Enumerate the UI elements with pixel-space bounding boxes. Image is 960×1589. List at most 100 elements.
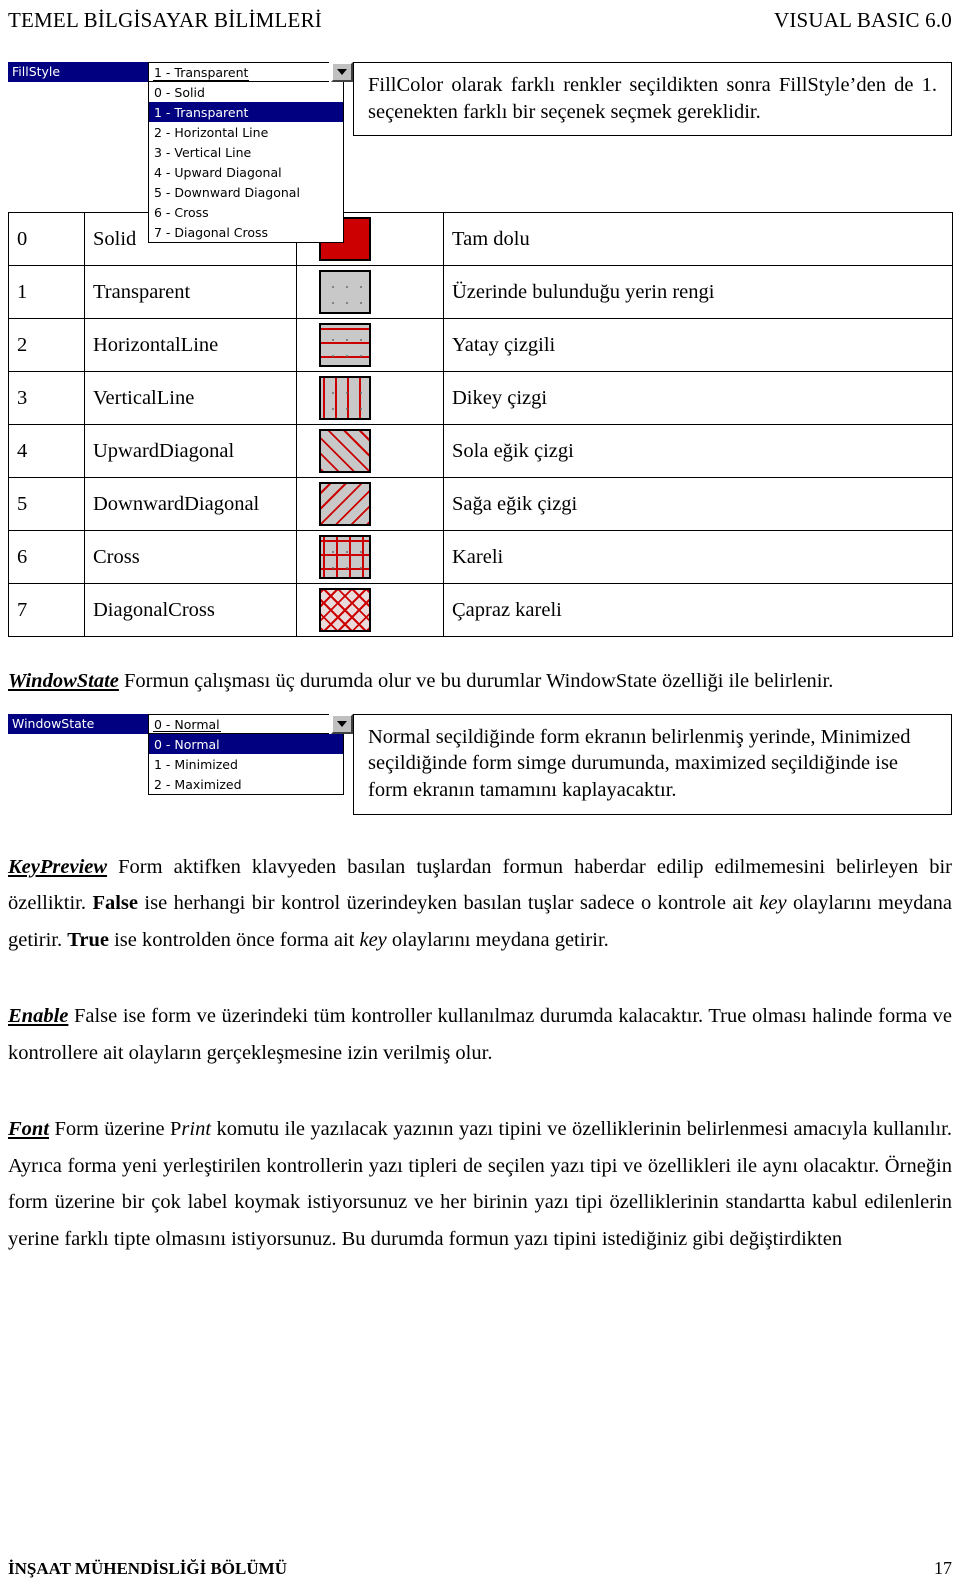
row-desc: Tam dolu — [443, 212, 953, 267]
keypreview-bold-false: False — [92, 892, 138, 915]
chevron-down-icon[interactable] — [331, 713, 353, 734]
row-index: 6 — [8, 530, 85, 585]
header-title-left: TEMEL BİLGİSAYAR BİLİMLERİ — [8, 8, 322, 32]
windowstate-paragraph: WindowState Formun çalışması üç durumda … — [8, 663, 952, 699]
windowstate-option[interactable]: 1 - Minimized — [149, 754, 343, 774]
fillstyle-property-combo[interactable]: FillStyle 1 - Transparent 0 - Solid 1 - … — [8, 62, 353, 243]
table-row: 4 UpwardDiagonal Sola eğik çizgi — [8, 424, 953, 479]
row-name: Cross — [84, 530, 297, 585]
windowstate-property-combo[interactable]: WindowState 0 - Normal 0 - Normal 1 - Mi… — [8, 713, 353, 795]
font-term: Font — [8, 1118, 50, 1141]
fillstyle-reference-table: 0 Solid Tam dolu 1 Transparent Üzerinde … — [8, 212, 953, 638]
fillstyle-selected-value-text: 1 - Transparent — [153, 65, 250, 81]
row-swatch-cell — [296, 477, 444, 532]
fill-pattern-swatch — [319, 535, 371, 580]
row-swatch-cell — [296, 530, 444, 585]
keypreview-bold-true: True — [67, 928, 109, 951]
keypreview-italic-key-2: key — [359, 928, 387, 951]
fill-pattern-swatch — [319, 270, 371, 315]
spacer-before-windowstate-widget — [8, 700, 952, 714]
font-print-rint: rint — [181, 1118, 212, 1141]
windowstate-combo-row[interactable]: WindowState 0 - Normal — [8, 713, 353, 734]
row-desc: Yatay çizgili — [443, 318, 953, 373]
windowstate-selected-value[interactable]: 0 - Normal — [148, 713, 329, 734]
windowstate-dropdown-list[interactable]: 0 - Normal 1 - Minimized 2 - Maximized — [148, 733, 344, 795]
table-row: 5 DownwardDiagonal Sağa eğik çizgi — [8, 477, 953, 532]
fillstyle-combo-row[interactable]: FillStyle 1 - Transparent — [8, 62, 353, 82]
fill-pattern-swatch — [319, 323, 371, 368]
fillstyle-section: FillStyle 1 - Transparent 0 - Solid 1 - … — [8, 62, 952, 243]
row-name: UpwardDiagonal — [84, 424, 297, 479]
fillstyle-note-box: FillColor olarak farklı renkler seçildik… — [353, 62, 952, 137]
row-desc: Sağa eğik çizgi — [443, 477, 953, 532]
fillstyle-option[interactable]: 1 - Transparent — [149, 102, 343, 122]
row-name: DiagonalCross — [84, 583, 297, 638]
table-row: 7 DiagonalCross Çapraz kareli — [8, 583, 953, 638]
footer-department: İNŞAAT MÜHENDİSLİĞİ BÖLÜMÜ — [8, 1559, 287, 1578]
keypreview-text-5: olaylarını meydana getirir. — [386, 928, 609, 951]
row-name: Transparent — [84, 265, 297, 320]
windowstate-property-label: WindowState — [8, 713, 148, 734]
font-paragraph: Font Form üzerine Print komutu ile yazıl… — [8, 1111, 952, 1257]
row-name: VerticalLine — [84, 371, 297, 426]
spacer-after-table — [8, 637, 952, 663]
windowstate-selected-value-text: 0 - Normal — [153, 716, 221, 733]
fillstyle-widget-wrap: FillStyle 1 - Transparent 0 - Solid 1 - … — [8, 62, 353, 243]
windowstate-section: WindowState 0 - Normal 0 - Normal 1 - Mi… — [8, 713, 952, 815]
table-row: 1 Transparent Üzerinde bulunduğu yerin r… — [8, 265, 953, 320]
windowstate-option[interactable]: 0 - Normal — [149, 733, 343, 754]
header-title-right: VISUAL BASIC 6.0 — [773, 8, 952, 32]
row-desc: Çapraz kareli — [443, 583, 953, 638]
fillstyle-table-body: 0 Solid Tam dolu 1 Transparent Üzerinde … — [8, 212, 953, 638]
row-desc: Sola eğik çizgi — [443, 424, 953, 479]
fillstyle-option[interactable]: 3 - Vertical Line — [149, 142, 343, 162]
fill-pattern-swatch — [319, 429, 371, 474]
font-print-p: P — [170, 1118, 182, 1141]
spacer-after-windowstate — [8, 815, 952, 849]
chevron-down-icon[interactable] — [331, 62, 353, 82]
fillstyle-note-wrap: FillColor olarak farklı renkler seçildik… — [353, 62, 952, 137]
spacer-after-enable — [8, 1071, 952, 1111]
row-index: 0 — [8, 212, 85, 267]
fillstyle-selected-value[interactable]: 1 - Transparent — [148, 62, 329, 82]
page-content: FillStyle 1 - Transparent 0 - Solid 1 - … — [8, 62, 953, 1257]
font-text-1: Form üzerine — [49, 1118, 171, 1141]
row-desc: Üzerinde bulunduğu yerin rengi — [443, 265, 953, 320]
row-index: 3 — [8, 371, 85, 426]
row-swatch-cell — [296, 318, 444, 373]
table-row: 3 VerticalLine Dikey çizgi — [8, 371, 953, 426]
keypreview-paragraph: KeyPreview Form aktifken klavyeden basıl… — [8, 849, 952, 958]
spacer-after-keypreview — [8, 958, 952, 998]
fillstyle-option[interactable]: 5 - Downward Diagonal — [149, 182, 343, 202]
fillstyle-option[interactable]: 2 - Horizontal Line — [149, 122, 343, 142]
fill-pattern-swatch — [319, 482, 371, 527]
windowstate-option[interactable]: 2 - Maximized — [149, 774, 343, 794]
keypreview-term: KeyPreview — [8, 855, 108, 878]
table-row: 6 Cross Kareli — [8, 530, 953, 585]
fillstyle-option[interactable]: 0 - Solid — [149, 82, 343, 102]
fillstyle-option[interactable]: 6 - Cross — [149, 202, 343, 222]
windowstate-intro-text: Formun çalışması üç durumda olur ve bu d… — [118, 670, 834, 693]
windowstate-term: WindowState — [8, 670, 119, 693]
row-swatch-cell — [296, 265, 444, 320]
fillstyle-option[interactable]: 7 - Diagonal Cross — [149, 222, 343, 242]
page-running-header: TEMEL BİLGİSAYAR BİLİMLERİ VISUAL BASIC … — [8, 8, 952, 33]
fillstyle-dropdown-list[interactable]: 0 - Solid 1 - Transparent 2 - Horizontal… — [148, 82, 344, 243]
fillstyle-note-text: FillColor olarak farklı renkler seçildik… — [368, 74, 937, 123]
keypreview-text-2: ise herhangi bir kontrol üzerindeyken ba… — [137, 892, 760, 915]
enable-paragraph: Enable False ise form ve üzerindeki tüm … — [8, 998, 952, 1071]
windowstate-note-box: Normal seçildiğinde form ekranın belirle… — [353, 713, 952, 815]
fill-pattern-swatch — [319, 588, 371, 633]
fillstyle-option[interactable]: 4 - Upward Diagonal — [149, 162, 343, 182]
row-swatch-cell — [296, 583, 444, 638]
row-index: 2 — [8, 318, 85, 373]
chevron-down-glyph — [337, 69, 347, 75]
row-index: 1 — [8, 265, 85, 320]
row-name: DownwardDiagonal — [84, 477, 297, 532]
row-name: HorizontalLine — [84, 318, 297, 373]
page-running-footer: İNŞAAT MÜHENDİSLİĞİ BÖLÜMÜ 17 — [8, 1558, 952, 1579]
keypreview-text-4: ise kontrolden önce forma ait — [108, 928, 360, 951]
row-swatch-cell — [296, 371, 444, 426]
fillstyle-property-label: FillStyle — [8, 62, 148, 82]
row-desc: Dikey çizgi — [443, 371, 953, 426]
